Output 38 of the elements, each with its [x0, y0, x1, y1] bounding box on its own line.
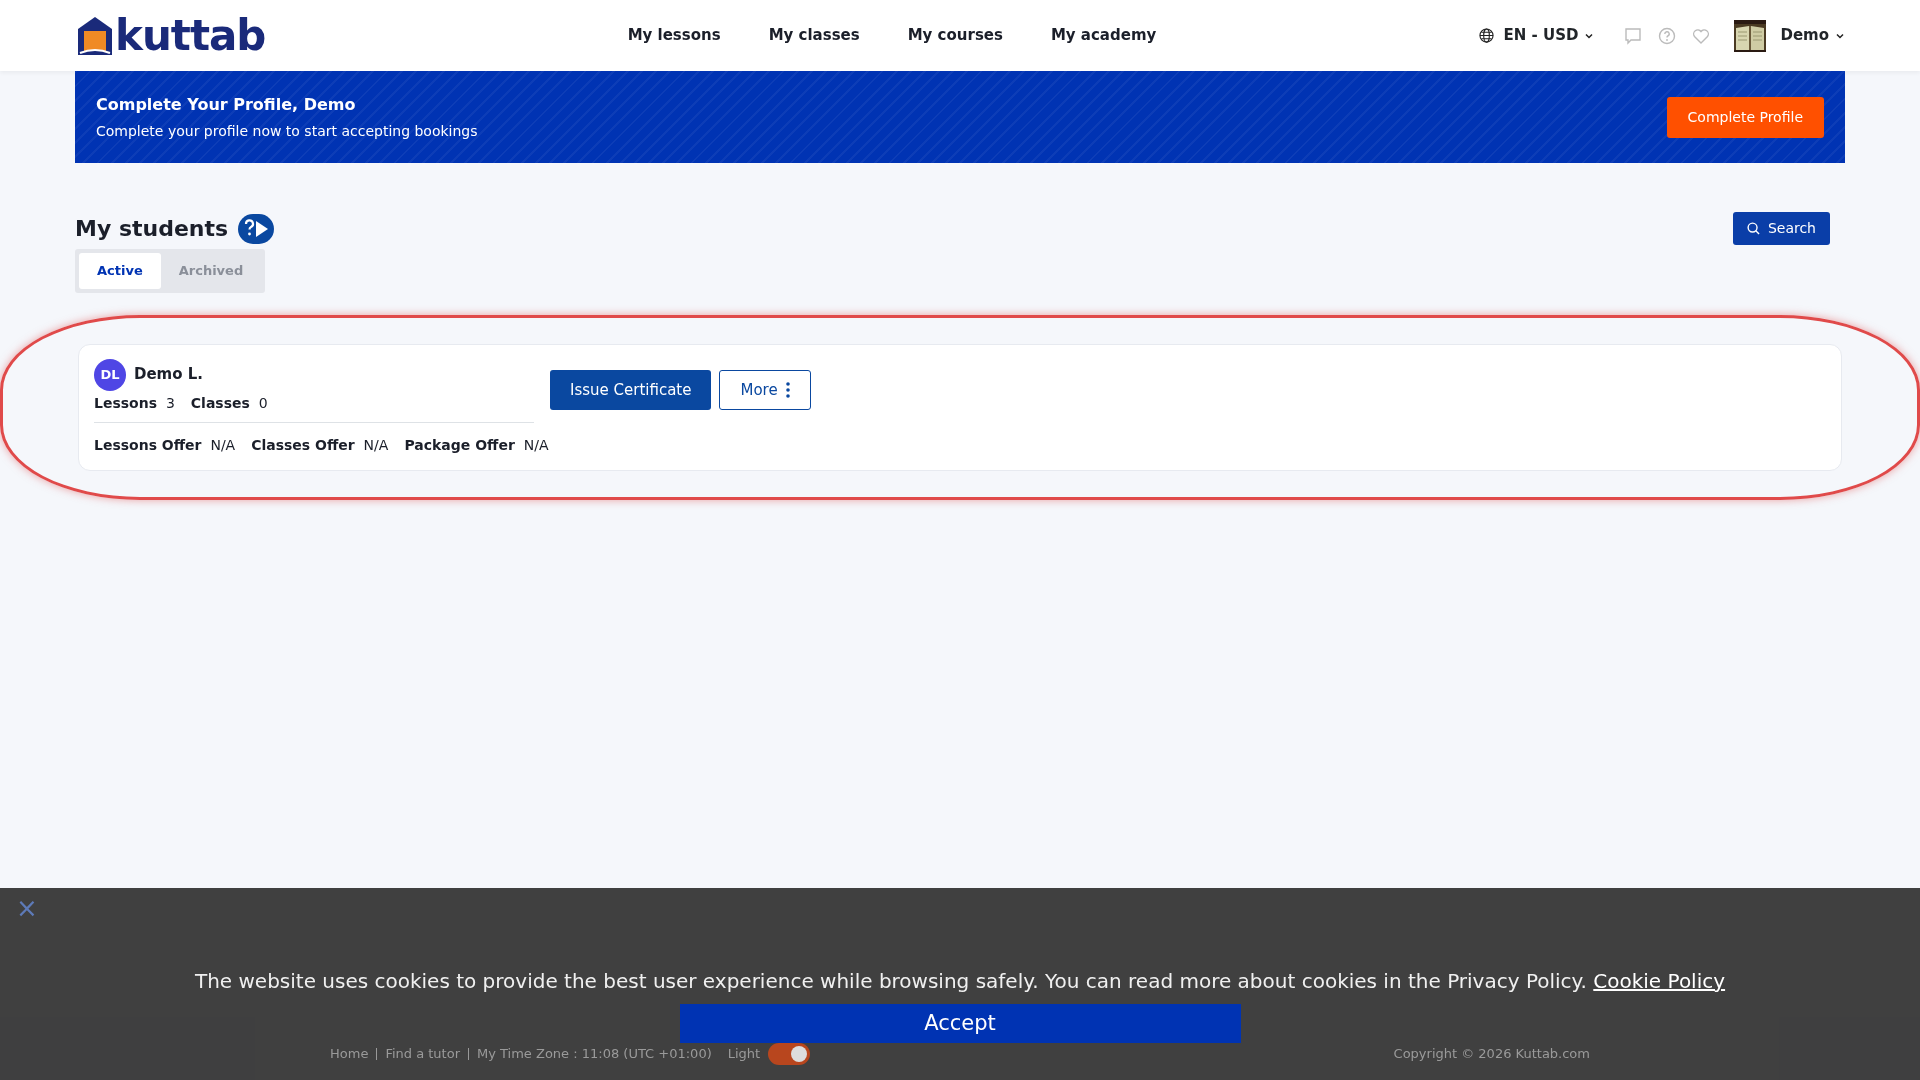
student-name[interactable]: Demo L. — [134, 363, 204, 386]
footer-link[interactable]: Find a tutor — [385, 1044, 460, 1064]
heart-icon[interactable] — [1692, 26, 1711, 45]
copyright-text: Copyright © 2026 Kuttab.com — [1393, 1045, 1590, 1064]
more-button[interactable]: More — [719, 369, 811, 410]
stat-text: Lessons 3 — [94, 393, 175, 413]
offer-text: Lessons Offer N/A — [94, 435, 236, 455]
accept-button[interactable]: Accept — [679, 1004, 1241, 1043]
logo-text[interactable]: kuttab — [115, 14, 266, 57]
chat-icon[interactable] — [1624, 26, 1643, 45]
page-title: My students — [75, 215, 229, 243]
search-icon — [1746, 222, 1760, 235]
theme-label: Light — [727, 1045, 761, 1064]
student-avatar: DL — [94, 358, 126, 391]
footer-link[interactable]: Home — [330, 1044, 369, 1064]
logo-icon — [75, 14, 115, 57]
user-menu[interactable]: Demo — [1780, 24, 1845, 47]
help-video-icon[interactable] — [238, 213, 275, 244]
search-button[interactable]: Search — [1732, 212, 1830, 245]
nav-link[interactable]: My lessons — [627, 24, 721, 47]
theme-toggle[interactable] — [768, 1043, 811, 1065]
nav-link[interactable]: My classes — [768, 24, 860, 47]
kebab-icon — [785, 381, 790, 398]
stat-text: Classes 0 — [190, 393, 268, 413]
nav-link[interactable]: My courses — [907, 24, 1003, 47]
offer-text: Package Offer N/A — [404, 435, 549, 455]
offer-text: Classes Offer N/A — [251, 435, 389, 455]
tab[interactable]: Active — [79, 253, 161, 289]
help-icon[interactable] — [1658, 26, 1677, 45]
banner-text: Complete your profile now to start accepting bookings — [96, 121, 478, 141]
nav-link[interactable]: My academy — [1050, 24, 1157, 47]
cookie-policy-link[interactable]: Cookie Policy — [1593, 969, 1726, 993]
issue-certificate-button[interactable]: Issue Certificate — [550, 369, 712, 410]
footer-link[interactable]: My Time Zone : 11:08 (UTC +01:00) — [477, 1044, 712, 1064]
cookie-text: The website uses cookies to provide the best user experience while browsing safely. You can read more about cookies in the Privacy Policy. Cookie Policy — [194, 968, 1726, 995]
language-currency-dropdown[interactable]: EN - USD — [1478, 24, 1595, 47]
globe-icon — [1478, 28, 1494, 43]
banner-title: Complete Your Profile, Demo — [96, 93, 357, 116]
